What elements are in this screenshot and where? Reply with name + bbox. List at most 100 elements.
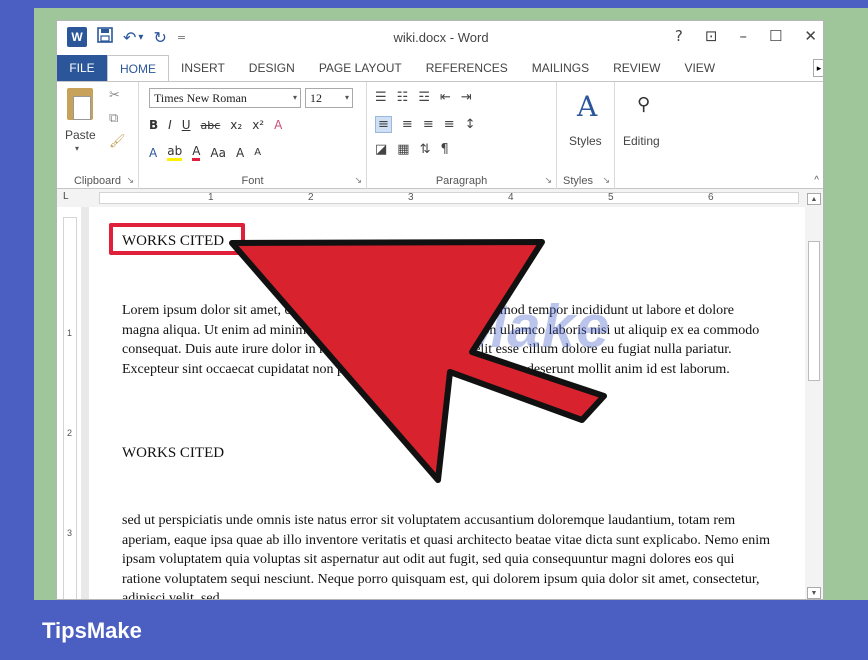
font-launcher-icon[interactable]: ↘ [354,175,362,186]
font-format-row: B I U abc x₂ x² A [149,118,282,132]
justify-icon[interactable]: ≡ [444,117,455,132]
tab-mailings[interactable]: MAILINGS [520,55,601,81]
text-effects-button[interactable]: A [149,146,157,160]
tab-insert[interactable]: INSERT [169,55,237,81]
maximize-icon[interactable]: ☐ [769,27,782,45]
font-name-select[interactable]: Times New Roman ▾ [149,88,301,108]
paragraph-launcher-icon[interactable]: ↘ [544,175,552,186]
align-center-icon[interactable]: ≡ [402,117,413,132]
paragraph-group: ☰ ☷ ☲ ⇤ ⇥ ≡ ≡ ≡ ≡ ↕ ◪ ▦ ⇅ ¶ Paragraph ↘ [367,82,557,190]
bullets-icon[interactable]: ☰ [375,90,387,105]
tab-file[interactable]: FILE [57,55,107,81]
strikethrough-button[interactable]: abc [201,119,221,132]
shading-icon[interactable]: ◪ [375,142,387,157]
paragraph-row-2: ≡ ≡ ≡ ≡ ↕ [375,116,476,133]
paste-icon[interactable] [67,88,93,120]
format-painter-icon[interactable]: 🖌 [109,134,126,149]
ruler-number: 3 [408,192,414,203]
collapse-ribbon-icon[interactable]: ^ [814,175,819,186]
line-spacing-icon[interactable]: ↕ [465,117,476,132]
close-icon[interactable]: ✕ [804,27,817,45]
grow-font-button[interactable]: A [236,146,244,160]
footer-bar: TipsMake [0,600,868,660]
bold-button[interactable]: B [149,118,158,132]
decrease-indent-icon[interactable]: ⇤ [440,90,451,105]
increase-indent-icon[interactable]: ⇥ [461,90,472,105]
window-controls: ? ⊡ – ☐ ✕ [675,27,817,45]
tab-view[interactable]: VIEW [672,55,727,81]
tab-references[interactable]: REFERENCES [414,55,520,81]
horizontal-ruler[interactable]: 1 2 3 4 5 6 [99,192,799,204]
document-page[interactable]: WORKS CITED Lorem ipsum dolor sit amet, … [89,207,801,599]
vruler-number: 1 [67,328,73,338]
shrink-font-button[interactable]: A [254,147,261,158]
vruler-number: 3 [67,528,73,538]
frame-left [0,0,34,600]
tab-design[interactable]: DESIGN [237,55,307,81]
scroll-thumb[interactable] [808,241,820,381]
ruler-number: 6 [708,192,714,203]
cut-icon[interactable]: ✂ [109,88,126,103]
paragraph-row-3: ◪ ▦ ⇅ ¶ [375,142,449,157]
ribbon: Paste ▾ ✂ ⧉ 🖌 Clipboard ↘ Times New Roma… [57,81,823,190]
italic-button[interactable]: I [168,118,172,132]
tab-review[interactable]: REVIEW [601,55,672,81]
ribbon-display-options-icon[interactable]: ⊡ [705,27,718,45]
editing-button[interactable]: Editing [623,134,660,148]
paste-button[interactable]: Paste [65,128,96,142]
paste-dropdown-icon[interactable]: ▾ [75,144,79,153]
align-left-icon[interactable]: ≡ [375,116,392,133]
tab-scroll-right-icon[interactable]: ▸ [813,59,823,77]
font-name-dropdown-icon[interactable]: ▾ [293,93,297,102]
minimize-icon[interactable]: – [739,27,747,45]
ruler-number: 4 [508,192,514,203]
vruler-number: 2 [67,428,73,438]
font-size-dropdown-icon[interactable]: ▾ [345,93,349,102]
find-icon[interactable]: ⚲ [637,94,650,115]
font-group: Times New Roman ▾ 12 ▾ B I U abc x₂ x² A… [139,82,367,190]
scroll-up-icon[interactable]: ▲ [807,193,821,205]
tab-page-layout[interactable]: PAGE LAYOUT [307,55,414,81]
paragraph-label: Paragraph [435,175,488,187]
highlight-button[interactable]: ab [167,144,183,161]
ruler-number: 5 [608,192,614,203]
copy-icon[interactable]: ⧉ [109,111,126,126]
scroll-down-icon[interactable]: ▼ [807,587,821,599]
underline-button[interactable]: U [182,118,191,132]
clipboard-tools: ✂ ⧉ 🖌 [109,88,126,149]
frame-top [0,0,868,8]
ribbon-tabs: FILE HOME INSERT DESIGN PAGE LAYOUT REFE… [57,55,823,81]
brand-logo: TipsMake [42,618,142,643]
vertical-ruler[interactable]: 1 2 3 [63,217,77,599]
font-color-button[interactable]: A [192,144,201,161]
vertical-scrollbar[interactable]: ▲ ▼ [805,191,823,599]
font-size-value: 12 [310,91,322,105]
styles-icon[interactable]: A [577,90,597,123]
align-right-icon[interactable]: ≡ [423,117,434,132]
editing-group: ⚲ Editing ^ [615,82,823,190]
font-size-select[interactable]: 12 ▾ [305,88,353,108]
show-formatting-button[interactable]: ¶ [441,142,449,157]
tab-home[interactable]: HOME [107,55,169,81]
ruler-row: L 1 2 3 4 5 6 [57,189,823,207]
help-icon[interactable]: ? [675,27,683,45]
font-label: Font [241,175,264,187]
paragraph-2[interactable]: sed ut perspiciatis unde omnis iste natu… [122,511,772,599]
styles-launcher-icon[interactable]: ↘ [602,175,610,186]
ruler-number: 1 [208,192,214,203]
clipboard-group: Paste ▾ ✂ ⧉ 🖌 Clipboard ↘ [57,82,139,190]
works-cited-heading-2[interactable]: WORKS CITED [122,445,224,462]
change-case-button[interactable]: Aa [210,146,226,160]
ruler-number: 2 [308,192,314,203]
works-cited-heading[interactable]: WORKS CITED [122,233,224,250]
superscript-button[interactable]: x² [252,118,264,132]
borders-icon[interactable]: ▦ [397,142,409,157]
sort-icon[interactable]: ⇅ [420,142,431,157]
subscript-button[interactable]: x₂ [230,118,242,132]
clipboard-launcher-icon[interactable]: ↘ [126,175,134,186]
clear-formatting-button[interactable]: A [274,118,282,132]
multilevel-list-icon[interactable]: ☲ [418,90,430,105]
styles-button[interactable]: Styles [569,134,602,148]
tab-selector-icon[interactable]: L [63,191,69,202]
numbering-icon[interactable]: ☷ [397,90,409,105]
